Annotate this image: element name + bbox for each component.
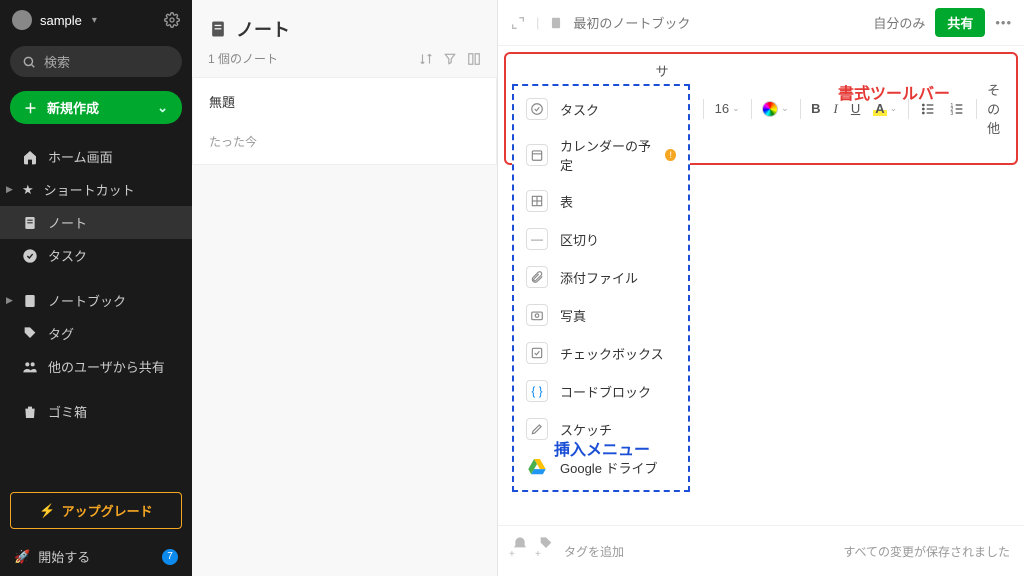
notes-count: 1 個のノート — [208, 50, 278, 67]
pencil-icon — [526, 418, 548, 440]
bold-button[interactable]: B — [807, 98, 824, 119]
insert-table[interactable]: 表 — [514, 182, 688, 220]
sidebar-item-tags[interactable]: タグ — [0, 317, 192, 350]
check-icon — [22, 248, 38, 264]
code-icon: { } — [526, 380, 548, 402]
save-status: すべての変更が保存されました — [843, 543, 1010, 560]
annotation-insert-menu: 挿入メニュー — [554, 436, 650, 460]
text-color-button[interactable]: ⌄ — [758, 98, 793, 120]
svg-text:3: 3 — [950, 111, 953, 117]
visibility-label[interactable]: 自分のみ — [873, 13, 925, 32]
get-started[interactable]: 🚀 開始する 7 — [0, 537, 192, 576]
sidebar-item-home[interactable]: ホーム画面 — [0, 140, 192, 173]
annotation-toolbar: 書式ツールバー — [838, 80, 950, 104]
search-input[interactable]: 検索 — [10, 46, 182, 77]
google-drive-icon — [526, 456, 548, 478]
note-card[interactable]: 無題 たった今 — [192, 77, 497, 165]
bolt-icon: ⚡ — [39, 503, 55, 519]
filter-icon[interactable] — [443, 52, 457, 66]
insert-codeblock[interactable]: { }コードブロック — [514, 372, 688, 410]
view-icon[interactable] — [467, 52, 481, 66]
notes-header: ノート — [192, 0, 497, 50]
new-note-button[interactable]: ＋ 新規作成 ⌄ — [10, 91, 182, 124]
checkbox-icon — [526, 342, 548, 364]
more-icon[interactable]: ••• — [995, 15, 1012, 30]
font-size-dropdown[interactable]: 16⌄ — [711, 98, 744, 119]
sidebar-item-shortcuts[interactable]: ▶ ★ ショートカット — [0, 173, 192, 206]
reminder-icon[interactable]: + — [512, 536, 528, 566]
people-icon — [22, 359, 38, 375]
sidebar-item-notes[interactable]: ノート — [0, 206, 192, 239]
expand-icon[interactable] — [510, 15, 526, 31]
notes-panel: ノート 1 個のノート 無題 たった今 — [192, 0, 498, 576]
camera-icon — [526, 304, 548, 326]
notes-subheader: 1 個のノート — [192, 50, 497, 77]
note-icon — [208, 19, 228, 39]
sidebar-item-tasks[interactable]: タスク — [0, 239, 192, 272]
insert-menu: タスク カレンダーの予定! 表 —区切り 添付ファイル 写真 チェックボックス … — [512, 84, 690, 492]
notebook-icon — [549, 16, 563, 30]
plus-icon: ＋ — [24, 98, 37, 117]
insert-task[interactable]: タスク — [514, 90, 688, 128]
tag-icon — [22, 326, 38, 342]
search-placeholder: 検索 — [44, 52, 70, 71]
upgrade-button[interactable]: ⚡ アップグレード — [10, 492, 182, 529]
rocket-icon: 🚀 — [14, 549, 30, 565]
check-circle-icon — [526, 98, 548, 120]
insert-checkbox[interactable]: チェックボックス — [514, 334, 688, 372]
editor-header: | 最初のノートブック 自分のみ 共有 ••• — [498, 0, 1024, 46]
avatar — [12, 10, 32, 30]
tag-add-icon[interactable]: + — [538, 536, 554, 566]
sidebar-item-trash[interactable]: ゴミ箱 — [0, 395, 192, 428]
user-name: sample — [40, 13, 82, 28]
start-badge: 7 — [162, 549, 178, 565]
nav: ホーム画面 ▶ ★ ショートカット ノート タスク ▶ ノートブック タグ 他の… — [0, 140, 192, 428]
table-icon — [526, 190, 548, 212]
note-time: たった今 — [209, 133, 480, 150]
more-formatting-button[interactable]: その他 — [983, 77, 1010, 140]
sort-icon[interactable] — [419, 52, 433, 66]
new-note-label: 新規作成 — [47, 98, 99, 117]
gear-icon[interactable] — [164, 12, 180, 28]
paperclip-icon — [526, 266, 548, 288]
calendar-icon — [526, 144, 548, 166]
chevron-down-icon: ⌄ — [157, 100, 168, 116]
chevron-down-icon: ▾ — [92, 15, 97, 26]
triangle-icon: ▶ — [6, 184, 13, 195]
insert-photo[interactable]: 写真 — [514, 296, 688, 334]
note-icon — [22, 215, 38, 231]
notebook-name[interactable]: 最初のノートブック — [573, 13, 690, 32]
triangle-icon: ▶ — [6, 295, 13, 306]
sidebar-item-shared[interactable]: 他のユーザから共有 — [0, 350, 192, 383]
editor-footer: + + タグを追加 すべての変更が保存されました — [498, 525, 1024, 576]
editor-panel: | 最初のノートブック 自分のみ 共有 ••• + 本文⌄ サンセリフ⌄ 16⌄… — [498, 0, 1024, 576]
divider-icon: — — [526, 228, 548, 250]
tag-placeholder[interactable]: タグを追加 — [564, 543, 624, 560]
insert-attachment[interactable]: 添付ファイル — [514, 258, 688, 296]
home-icon — [22, 149, 38, 165]
insert-divider[interactable]: —区切り — [514, 220, 688, 258]
notebook-icon — [22, 293, 38, 309]
account-row[interactable]: sample ▾ — [0, 0, 192, 40]
sidebar-item-notebooks[interactable]: ▶ ノートブック — [0, 284, 192, 317]
trash-icon — [22, 404, 38, 420]
insert-calendar[interactable]: カレンダーの予定! — [514, 128, 688, 182]
warning-icon: ! — [665, 149, 676, 161]
sidebar: sample ▾ 検索 ＋ 新規作成 ⌄ ホーム画面 ▶ ★ ショートカット ノ… — [0, 0, 192, 576]
note-title: 無題 — [209, 92, 480, 111]
search-icon — [22, 55, 36, 69]
color-wheel-icon — [762, 101, 778, 117]
star-icon: ★ — [22, 182, 34, 198]
share-button[interactable]: 共有 — [935, 8, 985, 37]
